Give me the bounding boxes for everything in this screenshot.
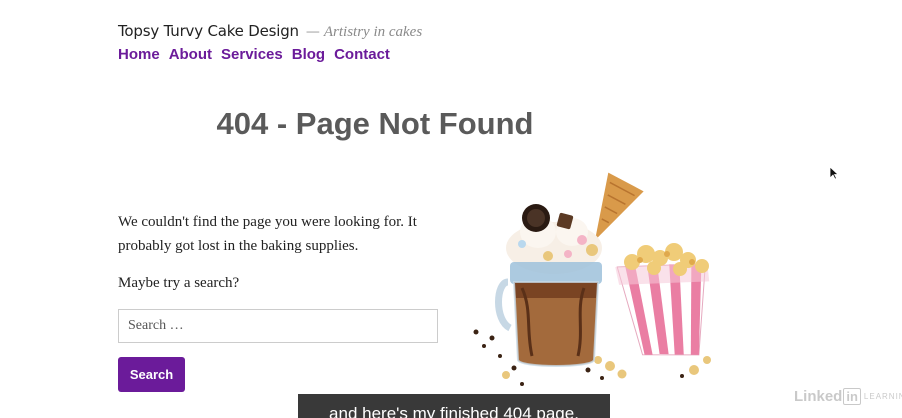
nav-link-about[interactable]: About xyxy=(169,46,212,63)
page-content: We couldn't find the page you were looki… xyxy=(118,210,440,392)
nav-link-contact[interactable]: Contact xyxy=(334,46,390,63)
watermark-learning: LEARNING xyxy=(863,392,902,401)
primary-nav: Home About Services Blog Contact xyxy=(118,46,390,63)
nav-link-home[interactable]: Home xyxy=(118,46,160,63)
page-title: 404 - Page Not Found xyxy=(216,106,534,141)
freakshake-and-popcorn-image xyxy=(462,170,727,395)
mouse-cursor-icon xyxy=(829,166,839,180)
watermark-linked: Linked xyxy=(794,388,843,405)
watermark-in: in xyxy=(843,388,861,405)
not-found-message: We couldn't find the page you were looki… xyxy=(118,214,417,254)
site-title[interactable]: Topsy Turvy Cake Design xyxy=(118,22,299,40)
site-branding: Topsy Turvy Cake Design — Artistry in cake… xyxy=(118,22,422,41)
site-tagline: Artistry in cakes xyxy=(323,24,423,40)
nav-link-blog[interactable]: Blog xyxy=(292,46,325,63)
nav-link-services[interactable]: Services xyxy=(221,46,283,63)
search-input[interactable] xyxy=(118,309,438,343)
search-button[interactable]: Search xyxy=(118,357,185,392)
search-hint: Maybe try a search? xyxy=(118,275,240,291)
site-header: Topsy Turvy Cake Design — Artistry in cake… xyxy=(118,22,598,72)
linkedin-learning-logo: LinkedinLEARNING xyxy=(794,388,902,405)
video-caption: and here's my finished 404 page. xyxy=(298,394,610,418)
title-separator: — xyxy=(305,24,320,40)
